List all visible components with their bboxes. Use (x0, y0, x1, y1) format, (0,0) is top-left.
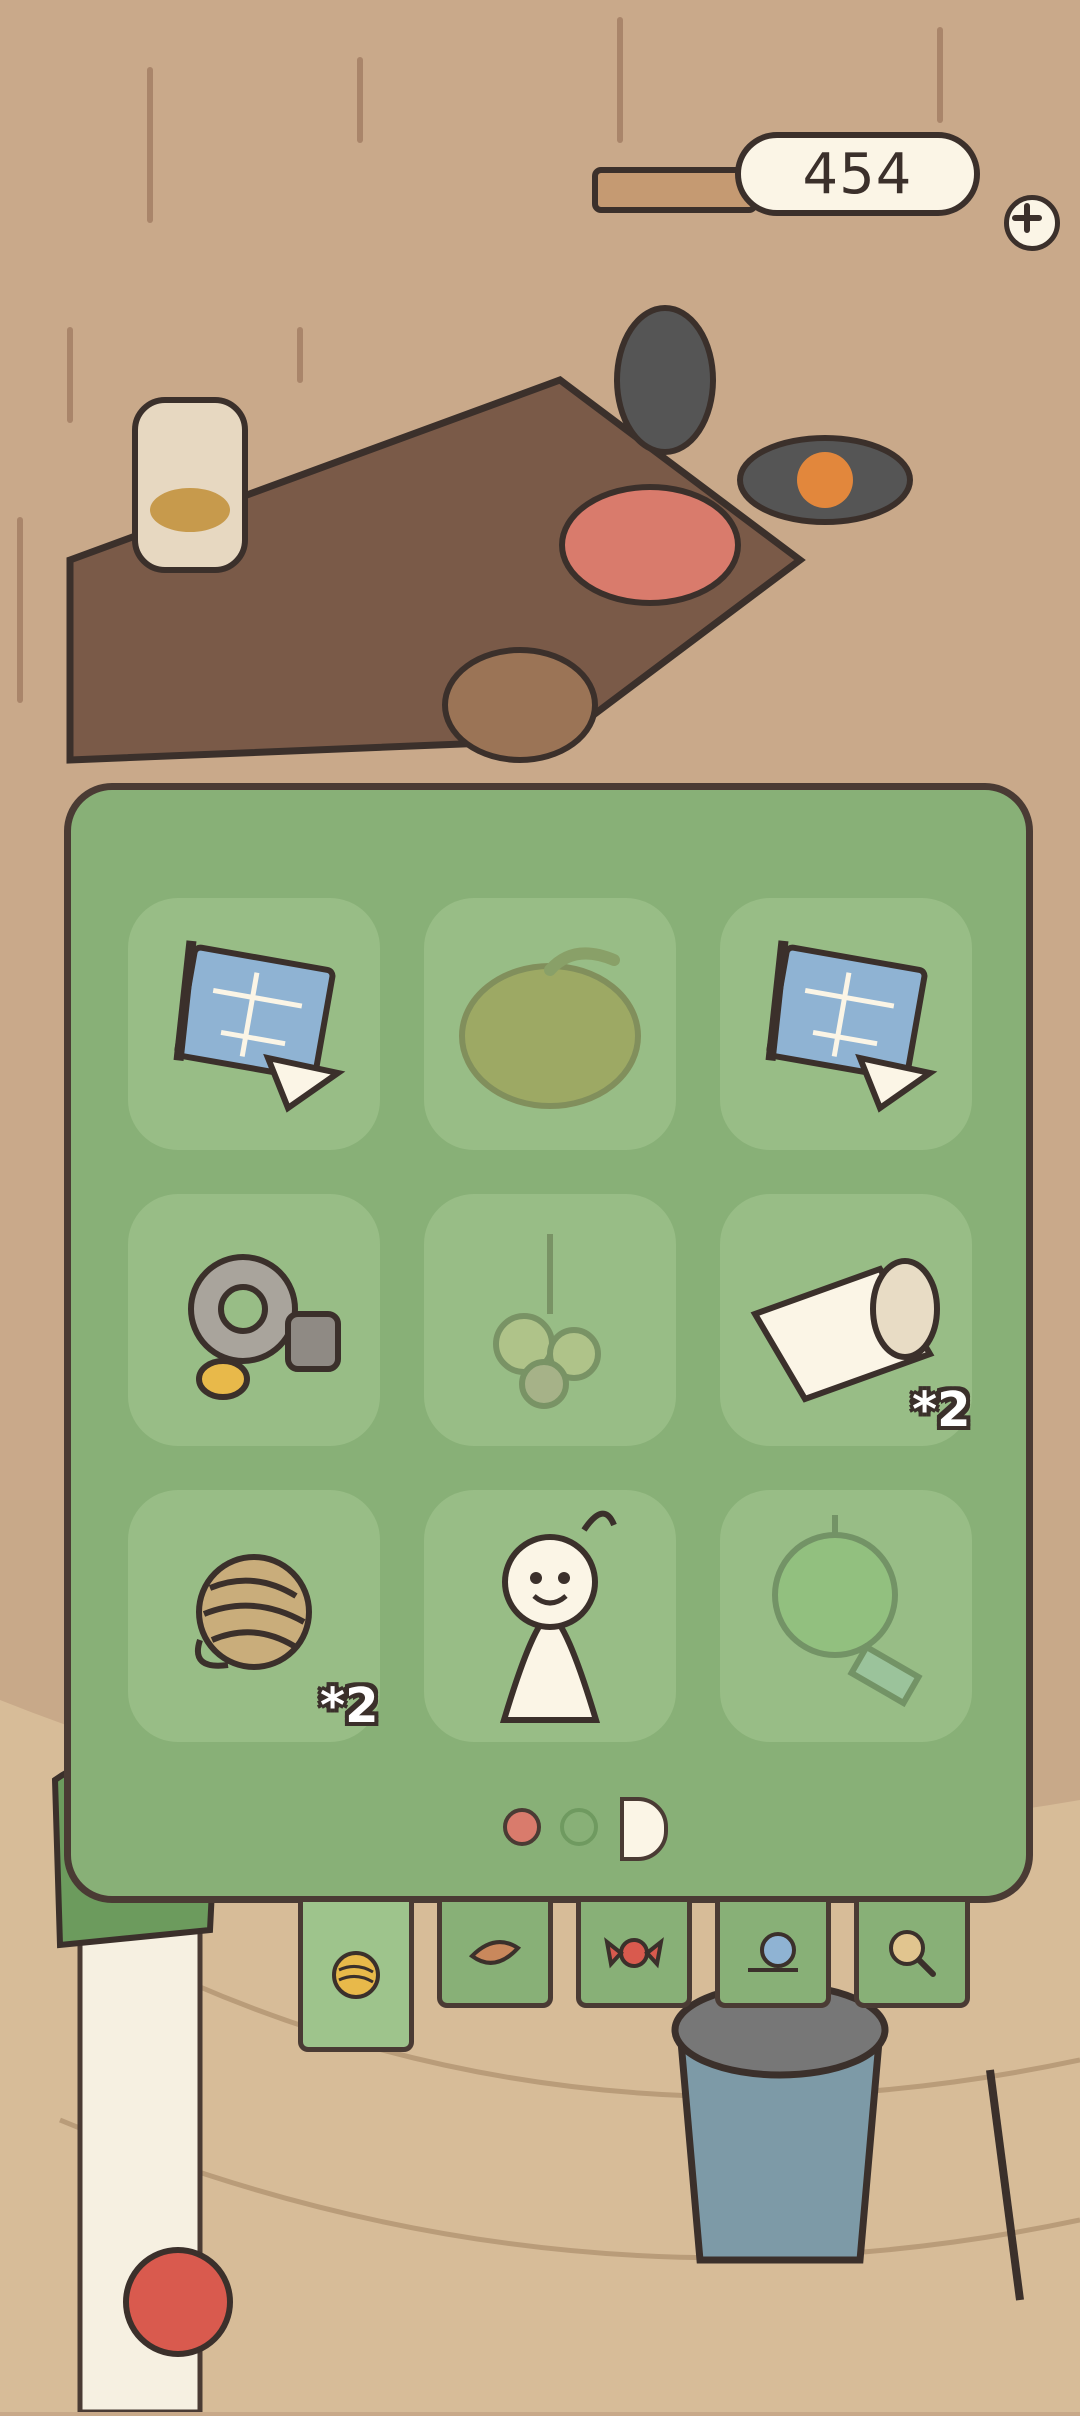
inventory-slot-3[interactable] (720, 898, 972, 1150)
inventory-slot-1[interactable] (128, 898, 380, 1150)
inventory-slot-2[interactable] (424, 898, 676, 1150)
coin-counter: 454 (735, 132, 980, 216)
inventory-slot-9[interactable] (720, 1490, 972, 1742)
plus-icon (1012, 203, 1042, 233)
inventory-slot-4[interactable] (128, 1194, 380, 1446)
blueprint-icon (173, 940, 346, 1113)
gear-icon (188, 1254, 341, 1400)
inventory-slot-8[interactable] (424, 1490, 676, 1742)
item-count: *2 (320, 1678, 379, 1734)
leaf-icon (468, 1939, 522, 1965)
snail-icon (748, 1931, 798, 1972)
yarn-ball-icon (332, 1950, 380, 1999)
item-count: *2 (912, 1382, 971, 1438)
wind-chime-icon (772, 1515, 923, 1708)
blueprint-icon (765, 940, 938, 1113)
page-dot-1[interactable] (503, 1808, 541, 1846)
tab-search[interactable] (854, 1902, 970, 2008)
magnifier-icon (889, 1929, 936, 1977)
inventory-slot-7[interactable]: *2 (128, 1490, 380, 1742)
tab-snail[interactable] (715, 1902, 831, 2008)
tab-crafting[interactable] (298, 1902, 414, 2052)
add-coins-button[interactable] (1004, 195, 1060, 251)
pumpkin-icon (459, 947, 641, 1109)
inventory-slot-5[interactable] (424, 1194, 676, 1446)
candy-icon (604, 1936, 664, 1968)
inventory-slot-6[interactable]: *2 (720, 1194, 972, 1446)
coin-count: 454 (802, 141, 913, 207)
page-dot-2[interactable] (560, 1808, 598, 1846)
tab-candy[interactable] (576, 1902, 692, 2008)
teru-teru-bozu-icon (499, 1510, 617, 1723)
tab-leaves[interactable] (437, 1902, 553, 2008)
herb-bundle-icon (493, 1234, 601, 1409)
